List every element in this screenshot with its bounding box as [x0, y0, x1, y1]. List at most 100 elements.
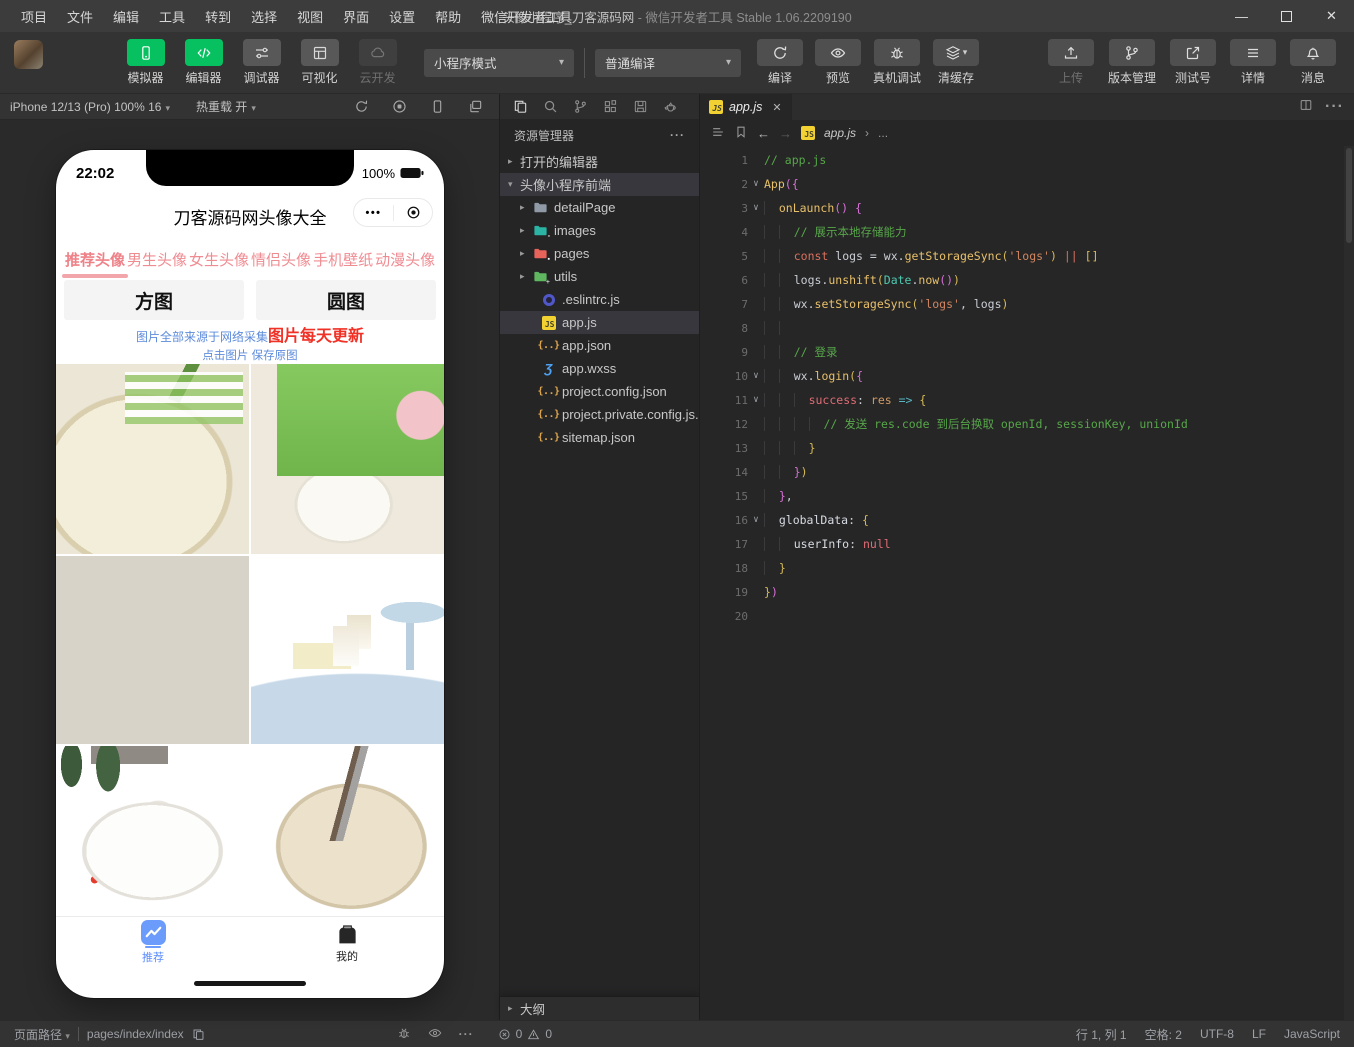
- windows-icon[interactable]: [468, 99, 483, 114]
- language-mode[interactable]: JavaScript: [1284, 1027, 1340, 1041]
- tree-file-app.js[interactable]: JS app.js: [500, 311, 699, 334]
- tree-folder-utils[interactable]: ▸ + utils: [500, 265, 699, 288]
- panel-button-可视化[interactable]: 可视化: [295, 39, 344, 86]
- menu-item-选择[interactable]: 选择: [242, 4, 286, 29]
- close-button[interactable]: ✕: [1309, 0, 1354, 32]
- tree-file-project.private.config.js...[interactable]: {..} project.private.config.js...: [500, 403, 699, 426]
- code-line-7[interactable]: 7 wx.setStorageSync('logs', logs): [700, 292, 1354, 316]
- category-tab-手机壁纸[interactable]: 手机壁纸: [312, 245, 374, 274]
- vconsole-bug-icon[interactable]: [397, 1026, 411, 1043]
- files-icon[interactable]: [513, 99, 528, 114]
- action-button-预览[interactable]: 预览: [815, 39, 861, 86]
- menu-item-设置[interactable]: 设置: [380, 4, 424, 29]
- breadcrumb-file[interactable]: app.js: [824, 126, 856, 140]
- git-icon[interactable]: [573, 99, 588, 114]
- menu-item-编辑[interactable]: 编辑: [104, 4, 148, 29]
- tree-file-sitemap.json[interactable]: {..} sitemap.json: [500, 426, 699, 449]
- action-button-真机调试[interactable]: 真机调试: [873, 39, 921, 86]
- grid-icon[interactable]: [603, 99, 618, 114]
- photo-kiwi-rolls[interactable]: [56, 364, 249, 554]
- shape-button-方图[interactable]: 方图: [64, 280, 244, 320]
- panel-button-编辑器[interactable]: 编辑器: [179, 39, 228, 86]
- split-editor-icon[interactable]: [1299, 98, 1313, 117]
- problems-group[interactable]: 0 0: [498, 1027, 552, 1041]
- code-line-19[interactable]: 19}): [700, 580, 1354, 604]
- code-line-1[interactable]: 1// app.js: [700, 148, 1354, 172]
- save-icon[interactable]: [633, 99, 648, 114]
- device-icon[interactable]: [430, 99, 445, 114]
- tree-folder-pages[interactable]: ▸ ▪ pages: [500, 242, 699, 265]
- panel-button-云开发[interactable]: 云开发: [353, 39, 402, 86]
- code-line-11[interactable]: 11 ∨ success: res => {: [700, 388, 1354, 412]
- photo-cafe-tray[interactable]: [251, 556, 444, 744]
- photo-glazed-bundt-cake[interactable]: [251, 746, 444, 913]
- more-actions-icon[interactable]: ···: [1325, 98, 1344, 116]
- action-button-清缓存[interactable]: ▾ 清缓存: [933, 39, 980, 86]
- action-button-测试号[interactable]: 测试号: [1170, 39, 1216, 86]
- menu-item-转到[interactable]: 转到: [196, 4, 240, 29]
- action-button-版本管理[interactable]: 版本管理: [1108, 39, 1156, 86]
- code-line-17[interactable]: 17 userInfo: null: [700, 532, 1354, 556]
- menu-item-界面[interactable]: 界面: [334, 4, 378, 29]
- minimize-button[interactable]: —: [1219, 0, 1264, 32]
- compile-select[interactable]: 普通编译 ▾: [595, 48, 741, 77]
- code-line-20[interactable]: 20: [700, 604, 1354, 628]
- tab-app-js[interactable]: JS app.js ✕: [700, 94, 792, 120]
- device-select[interactable]: iPhone 12/13 (Pro) 100% 16 ▾: [10, 100, 170, 114]
- code-editor[interactable]: 1// app.js 2 ∨ App({3 ∨ onLaunch() {4 // 展示本…: [700, 146, 1354, 1020]
- home-indicator[interactable]: [194, 980, 306, 986]
- nav-back-icon[interactable]: ←: [757, 126, 770, 141]
- search-icon[interactable]: [543, 99, 558, 114]
- bookmark-icon[interactable]: [734, 125, 748, 142]
- editor-scrollbar[interactable]: [1344, 146, 1354, 1020]
- code-line-3[interactable]: 3 ∨ onLaunch() {: [700, 196, 1354, 220]
- tree-file-.eslintrc.js[interactable]: .eslintrc.js: [500, 288, 699, 311]
- preview-eye-icon[interactable]: [428, 1026, 442, 1043]
- category-tab-动漫头像[interactable]: 动漫头像: [374, 245, 436, 274]
- mode-select[interactable]: 小程序模式 ▾: [424, 48, 574, 77]
- action-button-详情[interactable]: 详情: [1230, 39, 1276, 86]
- maximize-button[interactable]: [1264, 0, 1309, 32]
- category-tab-推荐头像[interactable]: 推荐头像: [61, 245, 129, 278]
- photo-lakeside-desserts[interactable]: [56, 556, 249, 744]
- exit-target-icon[interactable]: [406, 205, 421, 220]
- code-line-2[interactable]: 2 ∨ App({: [700, 172, 1354, 196]
- explorer-more-button[interactable]: ···: [670, 128, 685, 142]
- code-line-8[interactable]: 8: [700, 316, 1354, 340]
- code-line-16[interactable]: 16 ∨ globalData: {: [700, 508, 1354, 532]
- code-line-18[interactable]: 18 }: [700, 556, 1354, 580]
- tree-folder-images[interactable]: ▸ ▫ images: [500, 219, 699, 242]
- record-icon[interactable]: [392, 99, 407, 114]
- encoding[interactable]: UTF-8: [1200, 1027, 1234, 1041]
- code-line-10[interactable]: 10 ∨ wx.login({: [700, 364, 1354, 388]
- menu-item-工具[interactable]: 工具: [150, 4, 194, 29]
- category-tab-女生头像[interactable]: 女生头像: [188, 245, 250, 274]
- close-tab-icon[interactable]: ✕: [772, 101, 781, 114]
- action-button-消息[interactable]: 消息: [1290, 39, 1336, 86]
- eol[interactable]: LF: [1252, 1027, 1266, 1041]
- code-line-13[interactable]: 13 }: [700, 436, 1354, 460]
- more-menu-button[interactable]: •••: [365, 207, 381, 219]
- copy-path-icon[interactable]: [192, 1028, 205, 1041]
- breadcrumb-symbol[interactable]: ...: [878, 126, 888, 140]
- outline-section[interactable]: ▸ 大纲: [500, 996, 699, 1020]
- page-path-select[interactable]: 页面路径 ▾: [14, 1026, 70, 1043]
- code-line-9[interactable]: 9 // 登录: [700, 340, 1354, 364]
- photo-bunny-toast[interactable]: [251, 364, 444, 554]
- nav-forward-icon[interactable]: →: [779, 126, 792, 141]
- more-tools-icon[interactable]: ···: [459, 1027, 474, 1041]
- menu-item-微信开发者工具[interactable]: 微信开发者工具: [472, 4, 581, 29]
- hot-reload-select[interactable]: 热重载 开 ▾: [196, 98, 256, 115]
- category-tab-男生头像[interactable]: 男生头像: [126, 245, 188, 274]
- code-line-15[interactable]: 15 },: [700, 484, 1354, 508]
- menu-item-视图[interactable]: 视图: [288, 4, 332, 29]
- indentation[interactable]: 空格: 2: [1145, 1026, 1182, 1043]
- code-line-5[interactable]: 5 const logs = wx.getStorageSync('logs')…: [700, 244, 1354, 268]
- code-line-12[interactable]: 12 // 发送 res.code 到后台换取 openId, sessionK…: [700, 412, 1354, 436]
- code-line-4[interactable]: 4 // 展示本地存储能力: [700, 220, 1354, 244]
- teapot-icon[interactable]: [663, 99, 678, 114]
- tabbar-item-我的[interactable]: 我的: [250, 917, 444, 968]
- tree-file-app.wxss[interactable]: Ʒapp.wxss: [500, 357, 699, 380]
- rotate-icon[interactable]: [354, 99, 369, 114]
- code-line-14[interactable]: 14 }): [700, 460, 1354, 484]
